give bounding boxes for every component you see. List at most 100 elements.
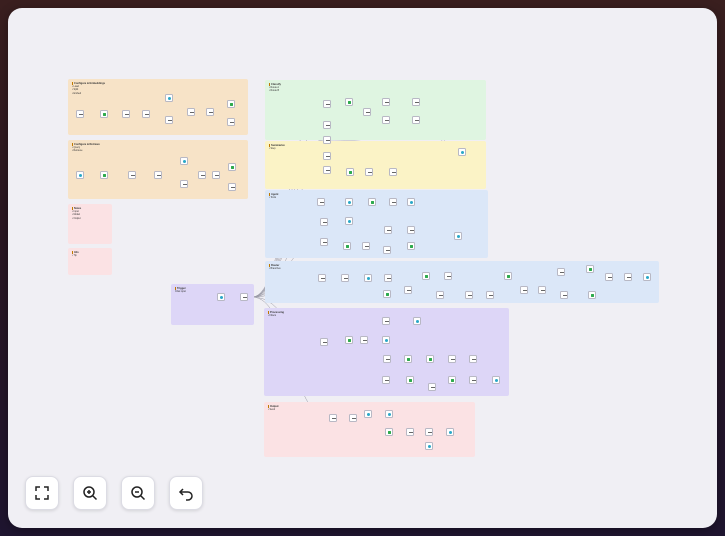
workflow-node[interactable] — [206, 108, 214, 116]
workflow-node[interactable] — [428, 383, 436, 391]
sticky-note[interactable]: Trigger Chat input — [171, 284, 254, 325]
workflow-node[interactable] — [404, 286, 412, 294]
sticky-note[interactable]: Summarize • Step — [265, 141, 486, 189]
zoom-in-button[interactable] — [73, 476, 107, 510]
workflow-node[interactable] — [180, 180, 188, 188]
workflow-node[interactable] — [407, 242, 415, 250]
workflow-node[interactable] — [323, 121, 331, 129]
workflow-node[interactable] — [643, 273, 651, 281]
workflow-node[interactable] — [323, 100, 331, 108]
workflow-node[interactable] — [385, 428, 393, 436]
workflow-node[interactable] — [560, 291, 568, 299]
workflow-node[interactable] — [345, 336, 353, 344]
workflow-canvas[interactable]: Configure & Embeddings • Load • Split • Emb… — [8, 8, 717, 528]
workflow-node[interactable] — [382, 317, 390, 325]
sticky-note[interactable]: Info • Tip — [68, 248, 112, 275]
workflow-node[interactable] — [365, 168, 373, 176]
workflow-node[interactable] — [227, 100, 235, 108]
workflow-node[interactable] — [384, 274, 392, 282]
workflow-node[interactable] — [469, 376, 477, 384]
workflow-node[interactable] — [520, 286, 528, 294]
workflow-node[interactable] — [212, 171, 220, 179]
workflow-node[interactable] — [76, 171, 84, 179]
reset-button[interactable] — [169, 476, 203, 510]
workflow-node[interactable] — [323, 152, 331, 160]
workflow-node[interactable] — [605, 273, 613, 281]
workflow-node[interactable] — [360, 336, 368, 344]
workflow-node[interactable] — [444, 272, 452, 280]
workflow-node[interactable] — [382, 376, 390, 384]
workflow-node[interactable] — [346, 168, 354, 176]
sticky-note[interactable]: Classify • Route A • Route B — [265, 80, 486, 140]
workflow-node[interactable] — [142, 110, 150, 118]
workflow-node[interactable] — [412, 116, 420, 124]
workflow-node[interactable] — [504, 272, 512, 280]
workflow-node[interactable] — [318, 274, 326, 282]
workflow-node[interactable] — [323, 136, 331, 144]
workflow-node[interactable] — [128, 171, 136, 179]
workflow-node[interactable] — [217, 293, 225, 301]
workflow-node[interactable] — [406, 376, 414, 384]
workflow-node[interactable] — [320, 338, 328, 346]
fit-view-button[interactable] — [25, 476, 59, 510]
workflow-node[interactable] — [425, 428, 433, 436]
workflow-node[interactable] — [100, 110, 108, 118]
workflow-node[interactable] — [557, 268, 565, 276]
workflow-node[interactable] — [425, 442, 433, 450]
sticky-note[interactable]: Agent • Tools — [265, 190, 488, 258]
workflow-node[interactable] — [448, 355, 456, 363]
workflow-node[interactable] — [538, 286, 546, 294]
workflow-node[interactable] — [329, 414, 337, 422]
workflow-node[interactable] — [454, 232, 462, 240]
workflow-node[interactable] — [384, 226, 392, 234]
workflow-node[interactable] — [588, 291, 596, 299]
workflow-node[interactable] — [586, 265, 594, 273]
sticky-note[interactable]: Router • Branches — [265, 261, 659, 303]
workflow-node[interactable] — [240, 293, 248, 301]
workflow-node[interactable] — [323, 166, 331, 174]
workflow-node[interactable] — [458, 148, 466, 156]
workflow-node[interactable] — [624, 273, 632, 281]
workflow-node[interactable] — [343, 242, 351, 250]
workflow-node[interactable] — [406, 428, 414, 436]
workflow-node[interactable] — [413, 317, 421, 325]
workflow-node[interactable] — [382, 98, 390, 106]
workflow-node[interactable] — [364, 274, 372, 282]
workflow-node[interactable] — [320, 218, 328, 226]
workflow-node[interactable] — [448, 376, 456, 384]
workflow-node[interactable] — [320, 238, 328, 246]
workflow-node[interactable] — [227, 118, 235, 126]
workflow-node[interactable] — [407, 226, 415, 234]
workflow-node[interactable] — [446, 428, 454, 436]
workflow-node[interactable] — [341, 274, 349, 282]
workflow-node[interactable] — [469, 355, 477, 363]
workflow-node[interactable] — [345, 198, 353, 206]
workflow-node[interactable] — [389, 198, 397, 206]
workflow-node[interactable] — [362, 242, 370, 250]
workflow-node[interactable] — [436, 291, 444, 299]
workflow-node[interactable] — [364, 410, 372, 418]
workflow-node[interactable] — [122, 110, 130, 118]
workflow-node[interactable] — [383, 246, 391, 254]
workflow-node[interactable] — [383, 355, 391, 363]
workflow-node[interactable] — [180, 157, 188, 165]
workflow-node[interactable] — [228, 183, 236, 191]
workflow-node[interactable] — [382, 116, 390, 124]
workflow-node[interactable] — [492, 376, 500, 384]
workflow-node[interactable] — [385, 410, 393, 418]
workflow-node[interactable] — [349, 414, 357, 422]
workflow-node[interactable] — [100, 171, 108, 179]
workflow-node[interactable] — [198, 171, 206, 179]
workflow-node[interactable] — [383, 290, 391, 298]
workflow-node[interactable] — [345, 217, 353, 225]
workflow-node[interactable] — [422, 272, 430, 280]
workflow-node[interactable] — [465, 291, 473, 299]
workflow-node[interactable] — [412, 98, 420, 106]
workflow-node[interactable] — [407, 198, 415, 206]
workflow-node[interactable] — [404, 355, 412, 363]
workflow-node[interactable] — [363, 108, 371, 116]
workflow-node[interactable] — [426, 355, 434, 363]
zoom-out-button[interactable] — [121, 476, 155, 510]
workflow-node[interactable] — [368, 198, 376, 206]
sticky-note[interactable]: Configure & Embeddings • Load • Split • Emb… — [68, 79, 248, 135]
